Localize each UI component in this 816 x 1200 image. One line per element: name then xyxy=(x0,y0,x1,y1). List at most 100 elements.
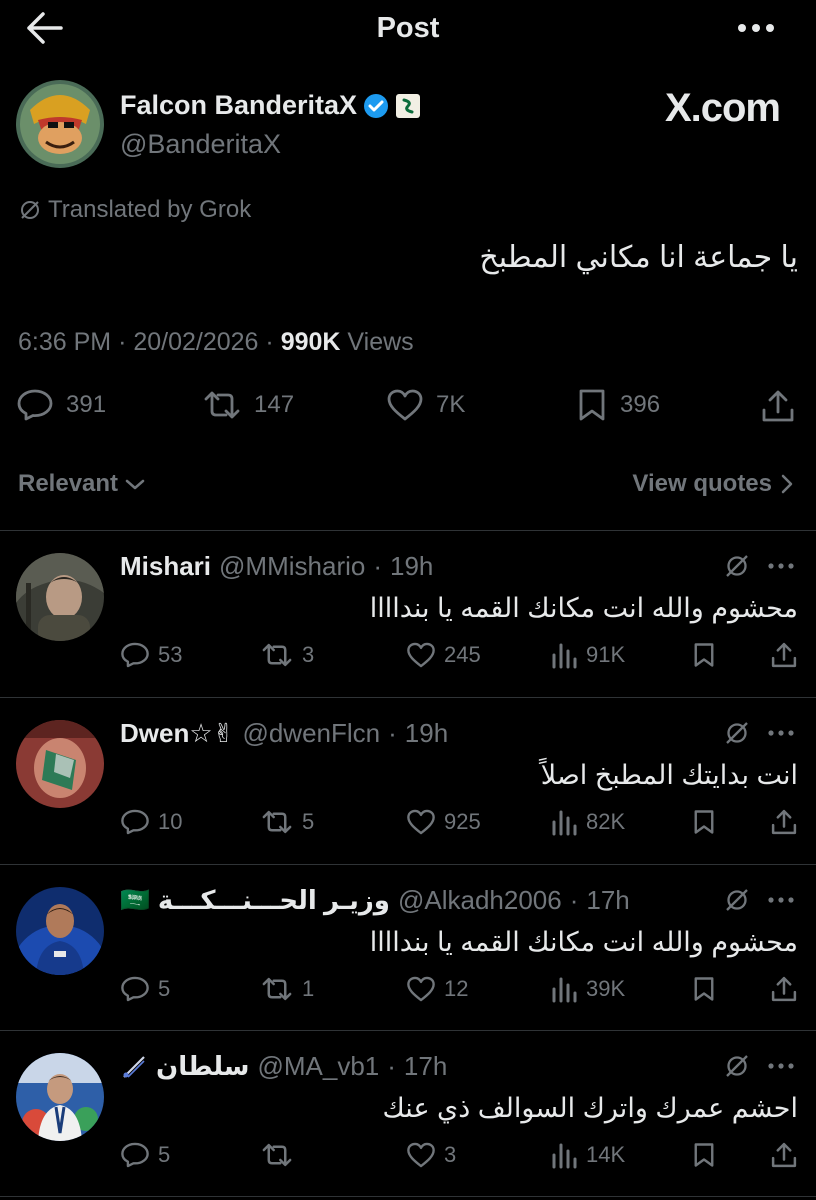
repost-icon xyxy=(260,975,294,1003)
reply-avatar[interactable] xyxy=(16,553,104,641)
share-button[interactable] xyxy=(770,641,798,669)
reply-text: محشوم والله انت مكانك القمه يا بنداااا xyxy=(369,927,798,957)
reply-time[interactable]: 19h xyxy=(405,718,448,749)
reply-author-name[interactable]: سلطان xyxy=(156,1051,249,1082)
reply-header: Mishari @MMishario · 19h xyxy=(120,551,433,582)
reply-author-name[interactable]: وزيـر الحـــنـــكـــة xyxy=(158,885,390,916)
share-button[interactable] xyxy=(770,808,798,836)
meta-separator: · xyxy=(265,328,281,356)
grok-icon[interactable] xyxy=(724,887,750,913)
reply-item[interactable]: Mishari @MMishario · 19h محشوم والله انت… xyxy=(0,531,816,697)
author-name[interactable]: Falcon BanderitaX xyxy=(120,90,357,121)
repost-button[interactable]: 147 xyxy=(202,388,294,422)
views-count: 990K xyxy=(280,328,341,356)
reply-top-icons xyxy=(724,720,794,746)
grok-icon[interactable] xyxy=(724,553,750,579)
reply-actions: 53 3 245 91K xyxy=(120,641,800,675)
bookmark-icon xyxy=(692,1141,716,1169)
reply-button[interactable]: 53 xyxy=(120,641,182,669)
grok-icon[interactable] xyxy=(724,720,750,746)
reply-item[interactable]: سلطان @MA_vb1 · 17h احشم عمرك واترك السو… xyxy=(0,1031,816,1197)
reply-button[interactable]: 5 xyxy=(120,975,170,1003)
reply-time[interactable]: 17h xyxy=(586,885,629,916)
more-options-icon[interactable] xyxy=(736,18,776,38)
verified-badge-icon xyxy=(363,93,389,119)
reply-button[interactable]: 391 xyxy=(16,388,106,422)
reply-avatar[interactable] xyxy=(16,887,104,975)
bookmark-button[interactable] xyxy=(692,641,716,669)
like-button[interactable]: 3 xyxy=(406,1141,456,1169)
more-options-icon[interactable] xyxy=(768,896,794,904)
bookmark-button[interactable] xyxy=(692,808,716,836)
grok-icon xyxy=(18,198,42,222)
post-time[interactable]: 6:36 PM xyxy=(18,328,111,356)
grok-icon[interactable] xyxy=(724,1053,750,1079)
reply-avatar[interactable] xyxy=(16,1053,104,1141)
bookmark-button[interactable]: 396 xyxy=(576,388,660,422)
bookmark-button[interactable] xyxy=(692,975,716,1003)
author-handle[interactable]: @BanderitaX xyxy=(120,129,281,160)
chevron-right-icon xyxy=(780,473,794,495)
views-button[interactable]: 82K xyxy=(550,808,625,836)
sort-label: Relevant xyxy=(18,470,119,497)
post-actions: 391 147 7K 396 xyxy=(16,388,800,428)
repost-icon xyxy=(260,641,294,669)
views-chart-icon xyxy=(550,641,578,669)
affiliate-badge-icon[interactable] xyxy=(395,93,421,119)
views-button[interactable]: 91K xyxy=(550,641,625,669)
like-button[interactable]: 12 xyxy=(406,975,468,1003)
reply-author-handle[interactable]: @dwenFlcn xyxy=(242,718,380,749)
divider xyxy=(0,1196,816,1197)
translation-notice[interactable]: Translated by Grok xyxy=(18,196,251,224)
reply-author-handle[interactable]: @Alkadh2006 xyxy=(398,885,562,916)
heart-icon xyxy=(386,388,424,422)
repost-icon xyxy=(260,808,294,836)
author-avatar[interactable] xyxy=(16,80,104,168)
reply-author-handle[interactable]: @MMishario xyxy=(219,551,365,582)
repost-button[interactable]: 1 xyxy=(260,975,314,1003)
reply-button[interactable]: 5 xyxy=(120,1141,170,1169)
reply-avatar[interactable] xyxy=(16,720,104,808)
reply-icon xyxy=(120,641,150,669)
reply-icon xyxy=(120,808,150,836)
share-button[interactable] xyxy=(760,388,796,424)
reply-item[interactable]: 🇸🇦 وزيـر الحـــنـــكـــة @Alkadh2006 · 1… xyxy=(0,865,816,1031)
author-name-row[interactable]: Falcon BanderitaX xyxy=(120,90,421,121)
like-button[interactable]: 925 xyxy=(406,808,481,836)
more-options-icon[interactable] xyxy=(768,729,794,737)
like-button[interactable]: 7K xyxy=(386,388,465,422)
views-button[interactable]: 39K xyxy=(550,975,625,1003)
repost-button[interactable]: 5 xyxy=(260,808,314,836)
repost-button[interactable]: 3 xyxy=(260,641,314,669)
repost-count: 1 xyxy=(302,976,315,1001)
bookmark-button[interactable] xyxy=(692,1141,716,1169)
like-count: 3 xyxy=(444,1142,457,1167)
reply-button[interactable]: 10 xyxy=(120,808,182,836)
bookmark-icon xyxy=(692,641,716,669)
reply-author-name[interactable]: Dwen☆✌ xyxy=(120,718,234,749)
reply-author-name[interactable]: Mishari xyxy=(120,551,211,582)
share-button[interactable] xyxy=(770,1141,798,1169)
bookmark-icon xyxy=(576,388,608,422)
more-options-icon[interactable] xyxy=(768,562,794,570)
reply-author-handle[interactable]: @MA_vb1 xyxy=(257,1051,379,1082)
top-bar: Post xyxy=(0,0,816,60)
view-quotes-link[interactable]: View quotes xyxy=(632,470,794,498)
reply-actions: 10 5 925 82K xyxy=(120,808,800,842)
views-count: 91K xyxy=(586,642,626,667)
like-button[interactable]: 245 xyxy=(406,641,481,669)
heart-icon xyxy=(406,975,436,1003)
post-date[interactable]: 20/02/2026 xyxy=(133,328,258,356)
repost-button[interactable] xyxy=(260,1141,302,1169)
more-options-icon[interactable] xyxy=(768,1062,794,1070)
reply-time[interactable]: 19h xyxy=(390,551,433,582)
reply-item[interactable]: Dwen☆✌ @dwenFlcn · 19h انت بدايتك المطبخ… xyxy=(0,698,816,864)
chevron-down-icon xyxy=(124,476,146,492)
sort-relevant-dropdown[interactable]: Relevant xyxy=(18,470,146,498)
views-count: 14K xyxy=(586,1142,626,1167)
reply-time[interactable]: 17h xyxy=(404,1051,447,1082)
share-button[interactable] xyxy=(770,975,798,1003)
reply-text: احشم عمرك واترك السوالف ذي عنك xyxy=(382,1093,798,1123)
views-button[interactable]: 14K xyxy=(550,1141,625,1169)
heart-icon xyxy=(406,1141,436,1169)
